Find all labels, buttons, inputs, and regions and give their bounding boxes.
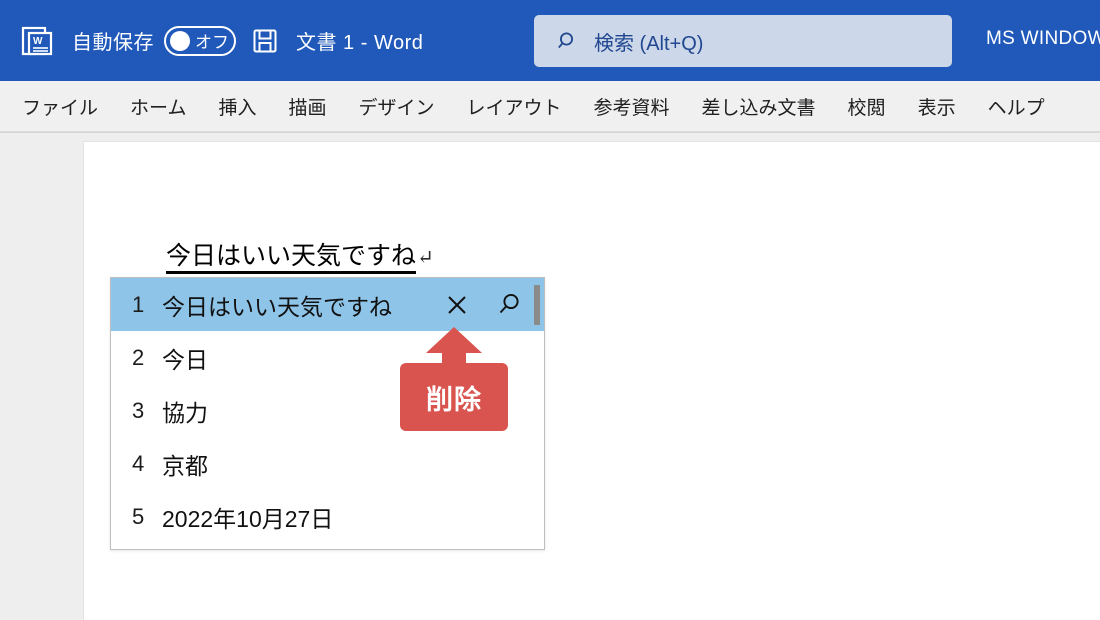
ime-composition-text: 今日はいい天気ですね	[166, 243, 417, 274]
tab-review[interactable]: 校閲	[846, 91, 888, 122]
autosave-label: 自動保存	[72, 32, 154, 54]
ime-candidate-text: 今日	[162, 346, 208, 373]
tab-design[interactable]: デザイン	[356, 91, 436, 122]
magnifier-icon[interactable]	[496, 292, 522, 318]
ime-candidate-row-2[interactable]: 2 今日	[111, 331, 544, 384]
tab-references[interactable]: 参考資料	[592, 91, 672, 122]
search-icon	[558, 31, 578, 51]
ime-scrollbar-thumb[interactable]	[534, 285, 540, 325]
ime-candidate-index: 5	[132, 503, 145, 529]
document-title: 文書 1 - Word	[296, 32, 424, 54]
account-name[interactable]: MS WINDOW	[986, 28, 1100, 50]
tab-view[interactable]: 表示	[916, 91, 958, 122]
paragraph-mark: ↵	[417, 247, 434, 269]
ime-candidate-row-1[interactable]: 1 今日はいい天気ですね	[111, 278, 544, 331]
tab-mailings[interactable]: 差し込み文書	[700, 91, 818, 122]
tab-draw[interactable]: 描画	[286, 91, 328, 122]
ime-candidate-text: 協力	[162, 399, 208, 426]
tab-file[interactable]: ファイル	[20, 91, 100, 122]
ime-candidate-index: 2	[132, 344, 145, 370]
ribbon-tab-bar: ファイル ホーム 挿入 描画 デザイン レイアウト 参考資料 差し込み文書 校閲…	[0, 81, 1100, 132]
ime-candidate-index: 3	[132, 397, 145, 423]
ime-row-actions	[444, 278, 522, 331]
tab-help[interactable]: ヘルプ	[986, 91, 1047, 122]
tab-insert[interactable]: 挿入	[216, 91, 258, 122]
tab-home[interactable]: ホーム	[128, 91, 188, 122]
autosave-toggle-knob	[170, 30, 190, 51]
svg-text:W: W	[33, 36, 43, 47]
search-placeholder: 検索 (Alt+Q)	[594, 32, 704, 55]
ime-candidate-row-3[interactable]: 3 協力	[111, 384, 544, 437]
ime-candidate-index: 1	[132, 291, 145, 317]
save-icon[interactable]	[252, 28, 278, 54]
tab-layout[interactable]: レイアウト	[465, 91, 564, 122]
document-text-line: 今日はいい天気ですね↵	[166, 243, 434, 274]
ime-candidate-text: 今日はいい天気ですね	[162, 293, 392, 320]
ime-candidate-row-5[interactable]: 5 2022年10月27日	[111, 490, 544, 543]
word-application-window: W 自動保存 オフ 文書 1 - Word 検索 (Alt+Q) MS WIND…	[0, 0, 1100, 620]
ime-candidate-text: 京都	[162, 452, 208, 479]
ime-candidate-row-4[interactable]: 4 京都	[111, 437, 544, 490]
word-icon: W	[20, 24, 54, 58]
ime-candidate-text: 2022年10月27日	[162, 505, 334, 532]
close-icon[interactable]	[444, 292, 470, 318]
ime-candidate-list: 1 今日はいい天気ですね 2 今日 3 協力 4 京都 5 2022年10月27…	[110, 277, 545, 550]
search-input[interactable]: 検索 (Alt+Q)	[534, 15, 952, 67]
autosave-state-label: オフ	[195, 33, 229, 52]
ime-candidate-index: 4	[132, 450, 145, 476]
autosave-toggle[interactable]: オフ	[164, 25, 236, 56]
